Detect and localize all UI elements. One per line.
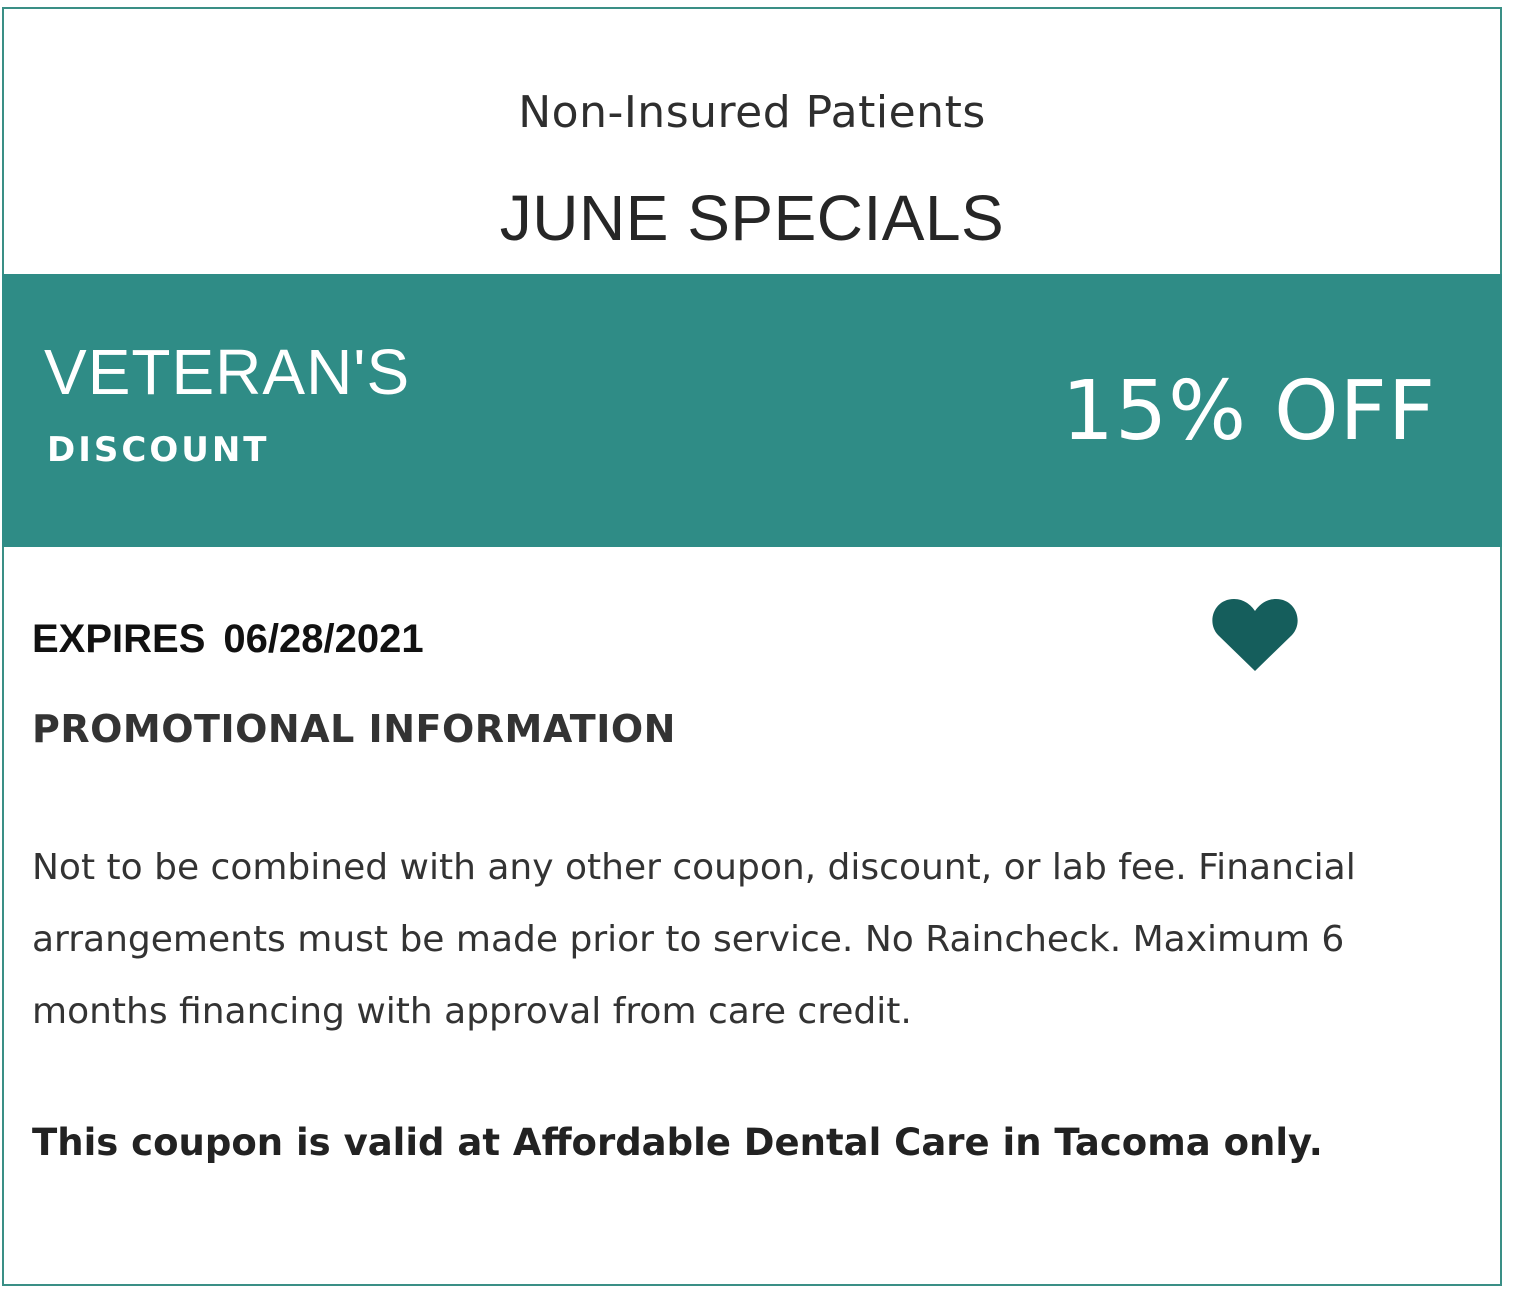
- expires-label: EXPIRES: [32, 617, 206, 661]
- expiration: EXPIRES 06/28/2021: [32, 617, 424, 662]
- promo-heading: PROMOTIONAL INFORMATION: [32, 707, 676, 751]
- offer-type: DISCOUNT: [47, 430, 270, 470]
- coupon-card: Non-Insured Patients JUNE SPECIALS VETER…: [2, 7, 1502, 1286]
- heart-icon[interactable]: [1210, 595, 1300, 675]
- offer-name: VETERAN'S: [44, 336, 411, 408]
- validity-note: This coupon is valid at Affordable Denta…: [32, 1121, 1323, 1164]
- audience-subtitle: Non-Insured Patients: [518, 87, 986, 138]
- expires-date: 06/28/2021: [223, 617, 424, 661]
- offer-name-block: VETERAN'S DISCOUNT: [44, 336, 410, 470]
- offer-value: 15% OFF: [1061, 364, 1436, 459]
- page-title: JUNE SPECIALS: [499, 182, 1005, 254]
- promo-terms: Not to be combined with any other coupon…: [32, 847, 1356, 1032]
- offer-banner: VETERAN'S DISCOUNT 15% OFF: [2, 274, 1502, 547]
- coupon-header: Non-Insured Patients JUNE SPECIALS: [4, 9, 1500, 273]
